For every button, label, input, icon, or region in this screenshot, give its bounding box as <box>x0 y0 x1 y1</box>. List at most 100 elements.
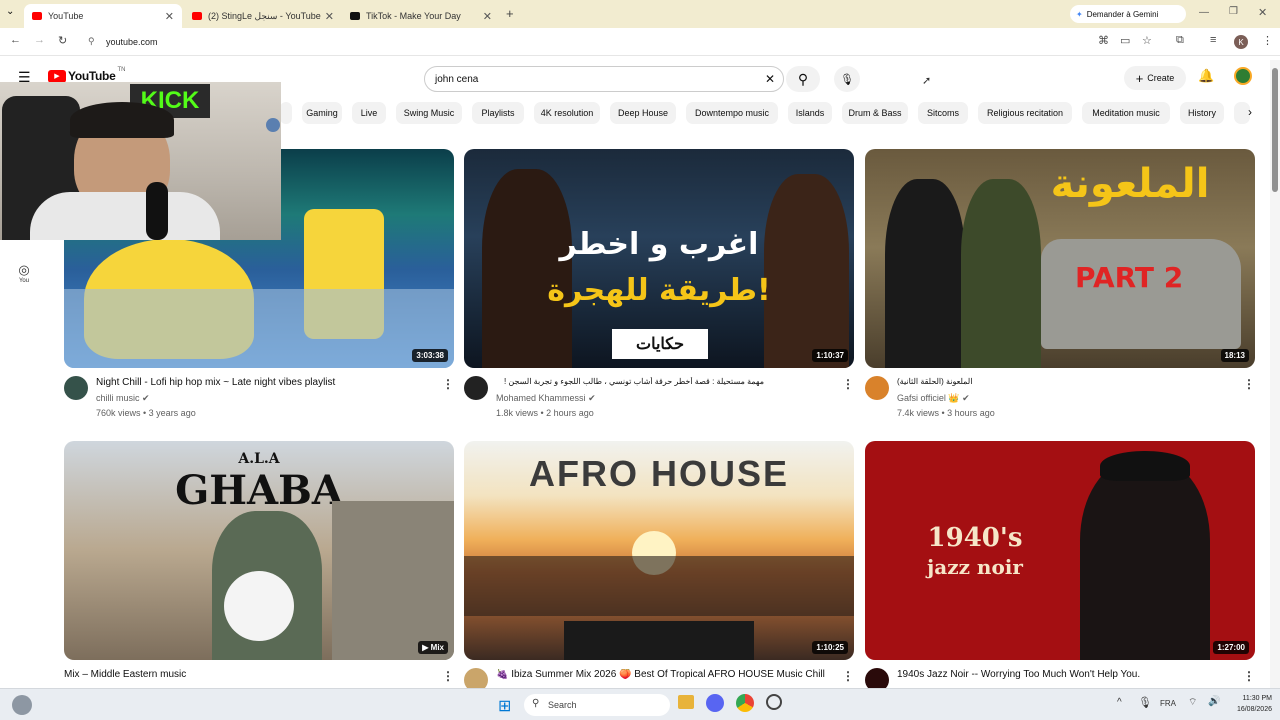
chip-label: Live <box>360 108 378 118</box>
video-menu-icon[interactable]: ⋮ <box>442 377 454 391</box>
chip-label: History <box>1187 108 1216 118</box>
obs-icon[interactable] <box>766 694 782 710</box>
channel-name[interactable]: chilli music ✔ <box>96 393 150 404</box>
address-bar[interactable]: ⚲ youtube.com <box>80 32 1090 52</box>
notifications-bell-icon[interactable]: 🔔 <box>1198 68 1214 84</box>
new-tab-icon[interactable]: + <box>506 6 514 21</box>
video-thumbnail[interactable]: اغرب و اخطر طريقة للهجرة! حكايات 1:10:37 <box>464 149 854 368</box>
minimize-icon[interactable]: — <box>1199 7 1209 18</box>
scrollbar-thumb[interactable] <box>1272 68 1278 192</box>
clear-search-icon[interactable]: ✕ <box>765 72 775 86</box>
video-menu-icon[interactable]: ⋮ <box>442 669 454 683</box>
reload-icon[interactable]: ↻ <box>58 34 67 47</box>
bookmark-star-icon[interactable]: ☆ <box>1142 34 1152 47</box>
search-button[interactable]: ⚲ <box>786 66 820 92</box>
file-explorer-icon[interactable] <box>678 695 694 709</box>
maximize-icon[interactable]: ❐ <box>1229 6 1238 17</box>
language-indicator[interactable]: FRA <box>1160 699 1176 708</box>
video-title[interactable]: الملعونة (الحلقة الثانية) <box>897 377 1007 386</box>
tab-stingle[interactable]: (2) Sting​Le سنجل - YouTube ✕ <box>184 4 342 28</box>
close-tab-icon[interactable]: ✕ <box>325 10 334 23</box>
extensions-icon[interactable]: ⧉ <box>1176 34 1184 47</box>
chrome-icon[interactable] <box>736 694 754 712</box>
video-menu-icon[interactable]: ⋮ <box>1243 669 1255 683</box>
gemini-button[interactable]: ✦ Demander à Gemini <box>1070 5 1186 23</box>
chip-label: Drum & Bass <box>848 108 902 118</box>
chip-partial[interactable] <box>280 102 292 124</box>
sidebar-item-you[interactable]: ◎ You <box>12 262 36 284</box>
profile-avatar-icon[interactable]: K <box>1234 35 1248 49</box>
video-thumbnail[interactable]: AFRO HOUSE 1:10:25 <box>464 441 854 660</box>
reading-list-icon[interactable]: ≡ <box>1210 34 1216 46</box>
search-input[interactable]: john cena ✕ <box>424 66 784 92</box>
wifi-icon[interactable]: ⌔ <box>1188 696 1197 709</box>
close-window-icon[interactable]: ✕ <box>1258 6 1267 19</box>
cast-icon[interactable]: ▭ <box>1120 34 1130 47</box>
forward-icon[interactable]: → <box>34 34 45 46</box>
site-info-icon[interactable]: ⚲ <box>88 36 95 47</box>
tab-tiktok[interactable]: TikTok - Make Your Day ✕ <box>342 4 500 28</box>
channel-avatar[interactable] <box>464 376 488 400</box>
chip-meditation-music[interactable]: Meditation music <box>1082 102 1170 124</box>
windows-start-icon[interactable]: ⊞ <box>498 696 511 716</box>
translate-icon[interactable]: ⌘ <box>1098 34 1109 47</box>
chips-next-icon[interactable]: › <box>1248 105 1252 119</box>
channel-avatar[interactable] <box>865 376 889 400</box>
channel-avatar[interactable] <box>64 376 88 400</box>
taskbar-search[interactable]: ⚲ Search <box>524 694 670 716</box>
chip-sitcoms[interactable]: Sitcoms <box>918 102 968 124</box>
video-menu-icon[interactable]: ⋮ <box>842 377 854 391</box>
video-thumbnail[interactable]: الملعونة PART 2 18:13 <box>865 149 1255 368</box>
discord-icon[interactable] <box>706 694 724 712</box>
user-circle-icon: ◎ <box>18 262 30 277</box>
volume-icon[interactable]: 🔊 <box>1208 696 1220 707</box>
create-button[interactable]: + Create <box>1124 66 1186 90</box>
country-code: TN <box>117 67 126 73</box>
chip-religious-recitation[interactable]: Religious recitation <box>978 102 1072 124</box>
microphone-tray-icon[interactable]: 🎙 <box>1138 696 1152 709</box>
chip-history[interactable]: History <box>1180 102 1224 124</box>
video-title[interactable]: مهمة مستحيلة : قصة أخطر حرقة أشاب تونسي … <box>496 377 764 386</box>
chip-gaming[interactable]: Gaming <box>302 102 342 124</box>
clock[interactable]: 11:30 PM 16/08/2026 <box>1222 693 1272 715</box>
chip-live[interactable]: Live <box>352 102 386 124</box>
thumbnail-badge: حكايات <box>612 329 708 359</box>
back-icon[interactable]: ← <box>10 34 21 46</box>
video-duration: 1:10:37 <box>812 349 848 362</box>
chip-label: Religious recitation <box>986 108 1064 118</box>
video-title[interactable]: Mix – Middle Eastern music <box>64 669 394 680</box>
close-tab-icon[interactable]: ✕ <box>483 10 492 23</box>
browser-menu-icon[interactable]: ⋮ <box>1262 34 1273 47</box>
tab-youtube[interactable]: YouTube ✕ <box>24 4 182 28</box>
video-thumbnail[interactable]: A.L.A GHABA ▶ Mix <box>64 441 454 660</box>
account-avatar[interactable] <box>1234 67 1252 85</box>
voice-search-button[interactable]: 🎙 <box>834 66 860 92</box>
youtube-logo[interactable]: ▶ YouTube TN <box>48 67 126 83</box>
page-scrollbar[interactable] <box>1270 60 1280 688</box>
video-duration: 1:27:00 <box>1213 641 1249 654</box>
chip-drum-and-bass[interactable]: Drum & Bass <box>842 102 908 124</box>
chip-4k-resolution[interactable]: 4K resolution <box>534 102 600 124</box>
channel-name[interactable]: Mohamed Khammessi ✔ <box>496 393 596 404</box>
video-menu-icon[interactable]: ⋮ <box>842 669 854 683</box>
video-thumbnail[interactable]: 1940's jazz noir 1:27:00 <box>865 441 1255 660</box>
chip-downtempo-music[interactable]: Downtempo music <box>686 102 778 124</box>
clock-time: 11:30 PM <box>1242 695 1272 702</box>
tab-search-icon[interactable]: ⌄ <box>6 6 14 17</box>
chip-deep-house[interactable]: Deep House <box>610 102 676 124</box>
video-menu-icon[interactable]: ⋮ <box>1243 377 1255 391</box>
tray-chevron-icon[interactable]: ^ <box>1117 697 1122 708</box>
chip-playlists[interactable]: Playlists <box>472 102 524 124</box>
chip-swing-music[interactable]: Swing Music <box>396 102 462 124</box>
weather-widget-icon[interactable] <box>12 695 32 715</box>
chip-islands[interactable]: Islands <box>788 102 832 124</box>
search-value: john cena <box>435 73 479 85</box>
video-title[interactable]: 🍇 Ibiza Summer Mix 2026 🍑 Best Of Tropic… <box>496 669 826 680</box>
close-tab-icon[interactable]: ✕ <box>165 10 174 23</box>
video-title[interactable]: 1940s Jazz Noir -- Worrying Too Much Won… <box>897 669 1227 680</box>
chip-label: Deep House <box>617 108 669 118</box>
channel-label: Mohamed Khammessi <box>496 393 586 403</box>
thumbnail-text: الملعونة <box>1050 161 1210 207</box>
video-title[interactable]: Night Chill - Lofi hip hop mix ~ Late ni… <box>96 377 426 388</box>
channel-name[interactable]: Gafsi officiel 👑 ✔ <box>897 393 970 404</box>
